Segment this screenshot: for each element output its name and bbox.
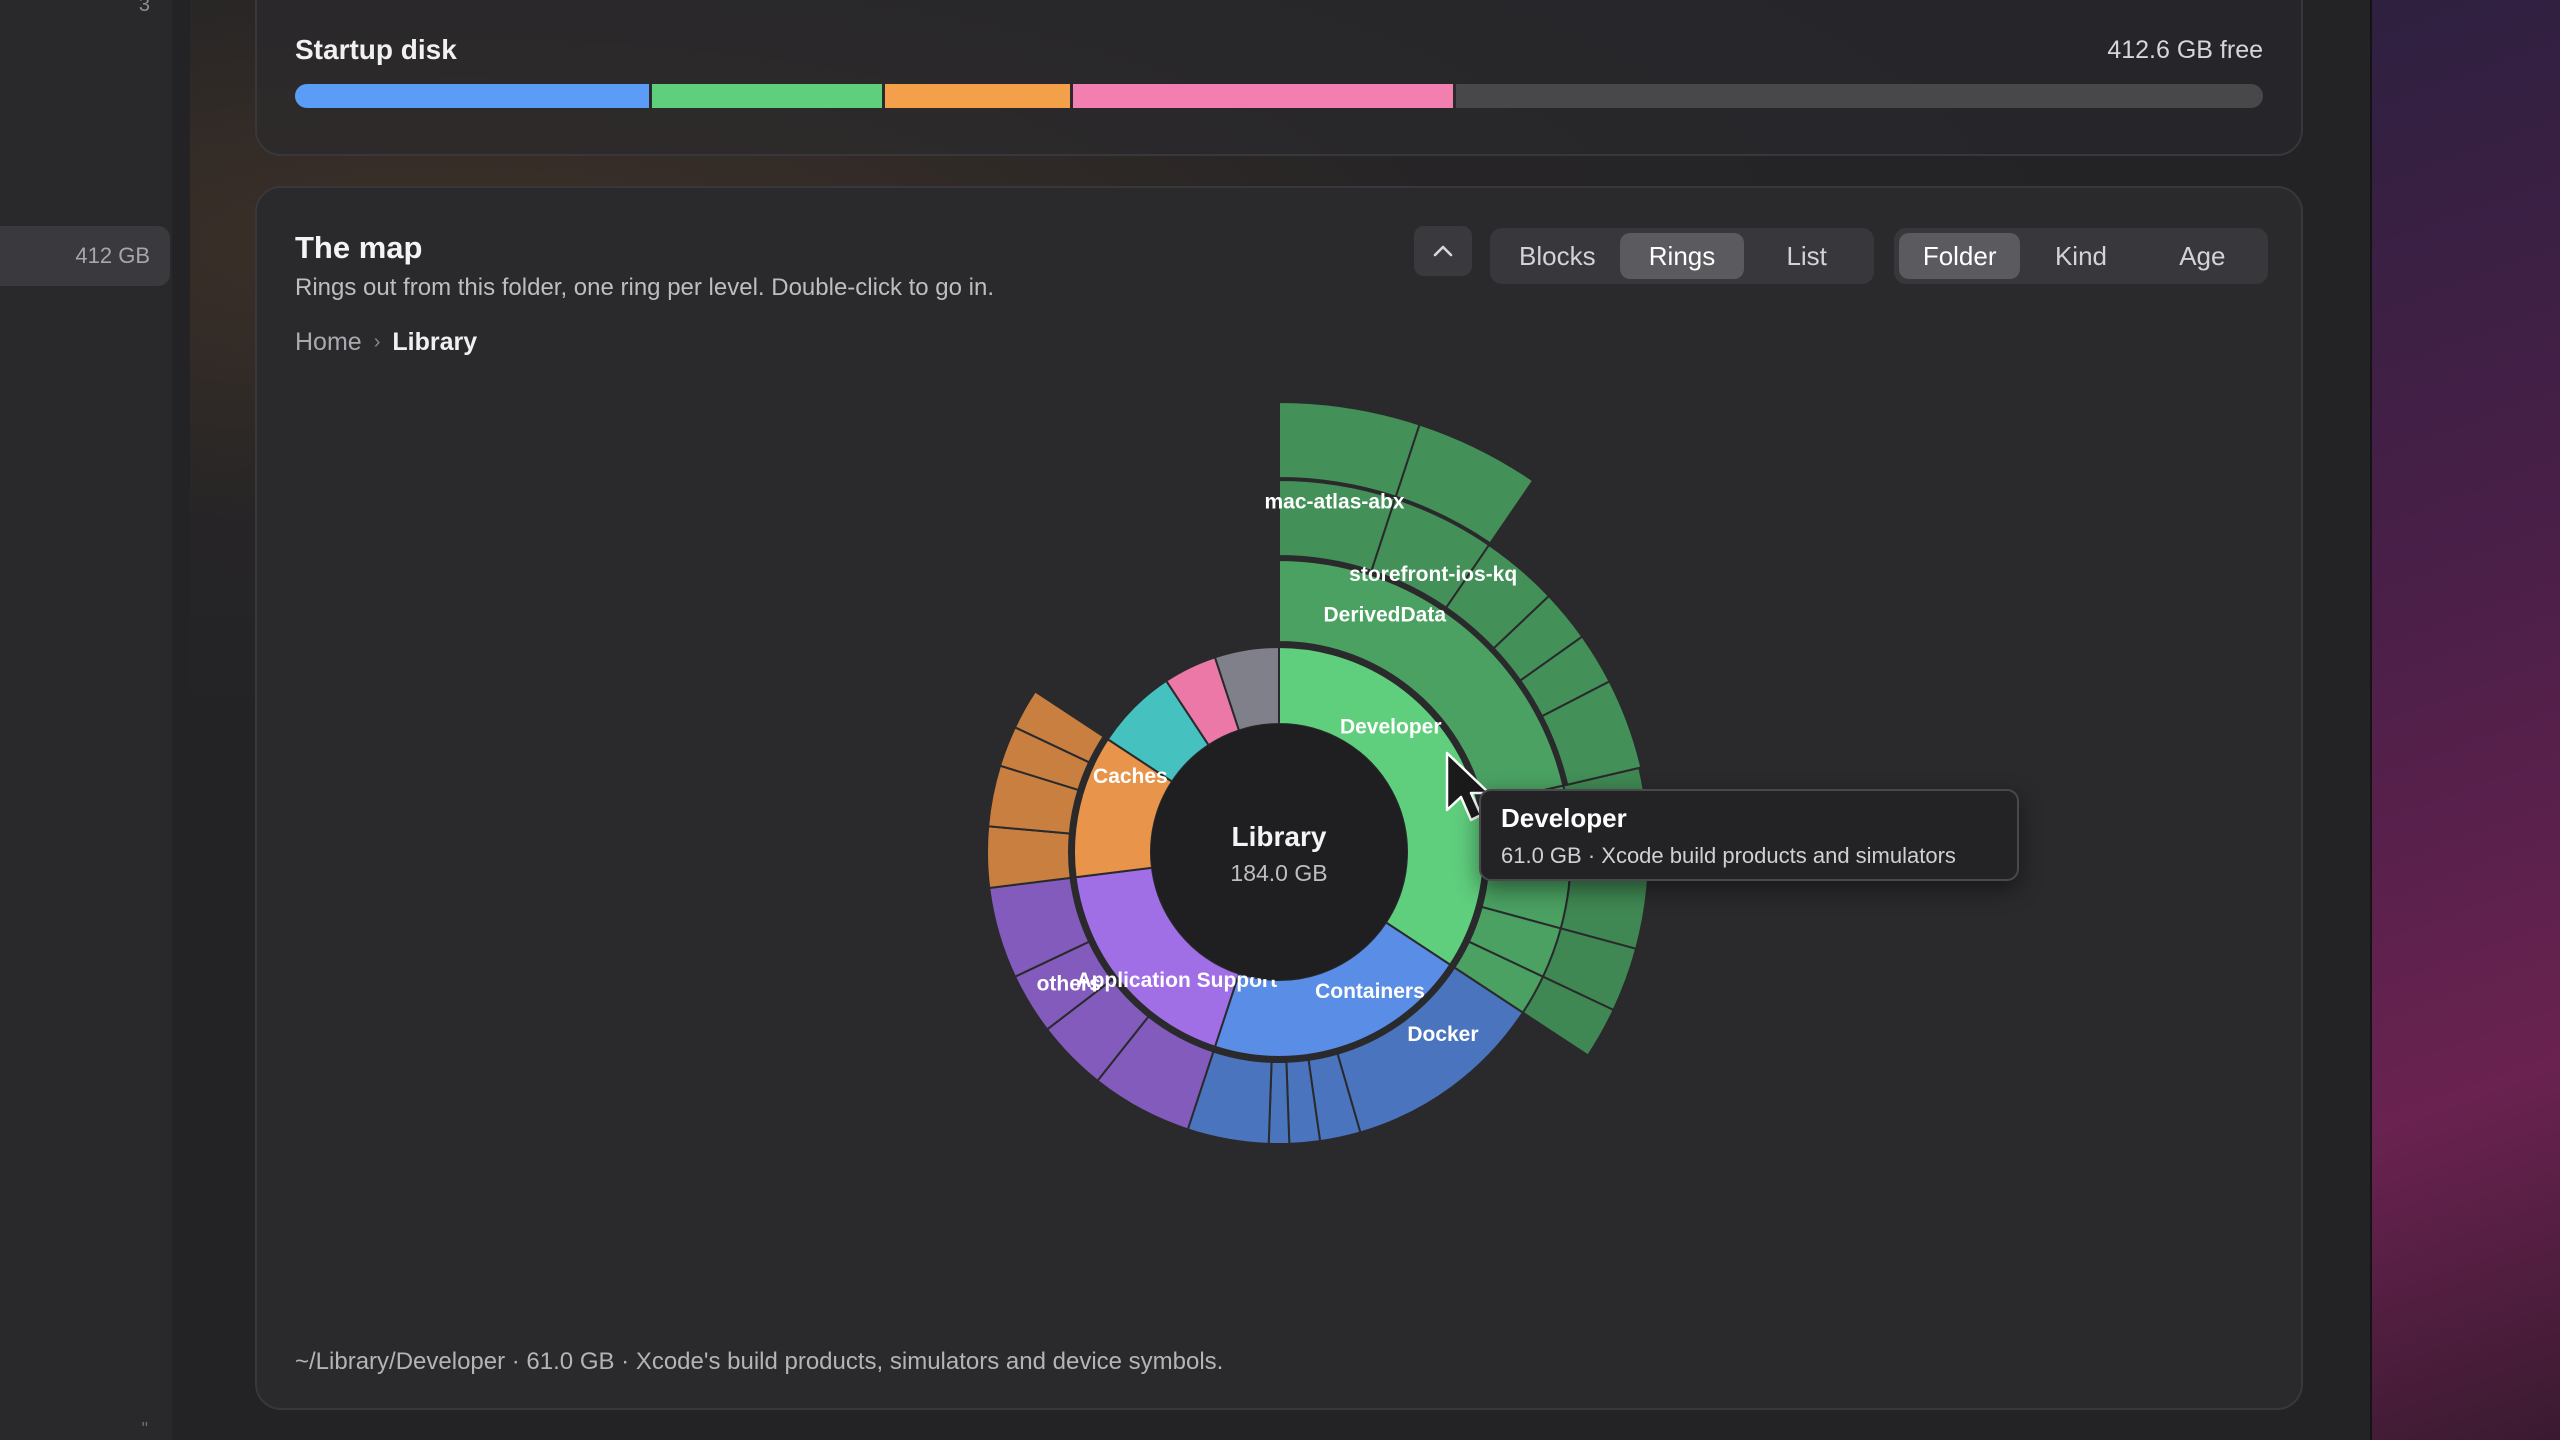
tooltip-title: Developer	[1501, 803, 1627, 833]
startup-disk-card: Startup disk 412.6 GB free	[255, 0, 2303, 156]
ring-label-caches: Caches	[1093, 765, 1168, 788]
startup-disk-free: 412.6 GB free	[2107, 36, 2263, 64]
chart-center-hole	[1151, 724, 1407, 980]
sidebar-bottom-glyph: "	[141, 1419, 148, 1439]
disk-bar-segment	[1073, 84, 1457, 108]
disk-bar-segment	[885, 84, 1074, 108]
sidebar-count: 3	[138, 0, 150, 16]
selection-footer: ~/Library/Developer · 61.0 GB · Xcode's …	[295, 1348, 1224, 1375]
ring-label-docker: Docker	[1407, 1023, 1478, 1046]
ring-label-mac-atlas: mac-atlas-abx	[1264, 490, 1404, 513]
chart-center-size: 184.0 GB	[1230, 860, 1327, 886]
sidebar-item-selected[interactable]: 412 GB	[0, 226, 170, 286]
startup-disk-title: Startup disk	[295, 34, 457, 65]
disk-bar-segment	[652, 84, 886, 108]
ring-label-developer: Developer	[1340, 716, 1442, 739]
disk-usage-bar	[295, 84, 2263, 108]
desktop-wallpaper-edge	[2370, 0, 2560, 1440]
ring-label-others: others	[1037, 972, 1101, 995]
tooltip-detail: 61.0 GB · Xcode build products and simul…	[1501, 843, 1956, 868]
ring2-segment[interactable]	[986, 825, 1072, 890]
ring-label-deriveddata: DerivedData	[1323, 603, 1446, 626]
map-card: The map Rings out from this folder, one …	[255, 186, 2303, 1410]
sidebar-item-size: 412 GB	[75, 243, 150, 268]
disk-bar-segment	[295, 84, 653, 108]
ring-label-containers: Containers	[1315, 980, 1425, 1003]
chart-center-name: Library	[1232, 821, 1327, 852]
ring-label-storefront: storefront-ios-kq	[1349, 563, 1517, 586]
sidebar: 3 412 GB "	[0, 0, 174, 1440]
chart-tooltip: Developer 61.0 GB · Xcode build products…	[1479, 789, 2019, 881]
